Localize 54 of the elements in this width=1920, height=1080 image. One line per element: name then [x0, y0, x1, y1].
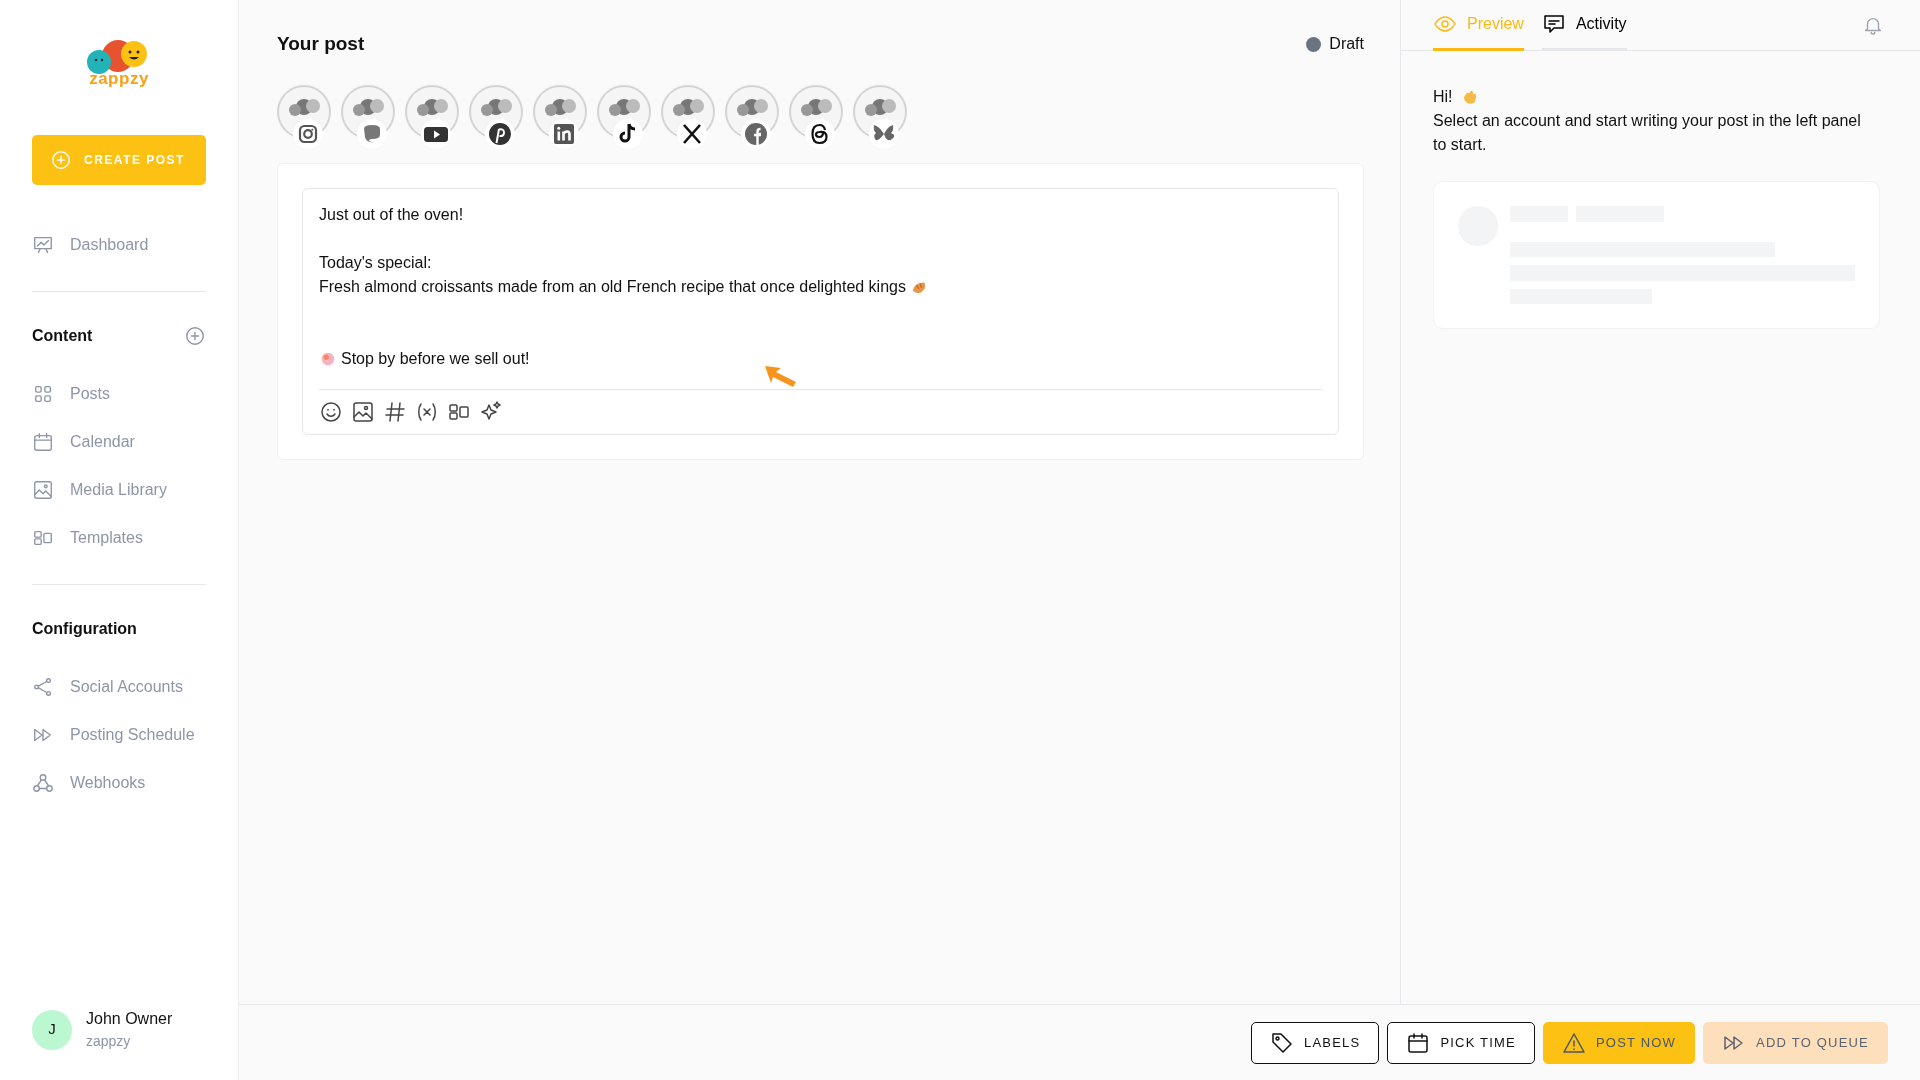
presentation-chart-icon [32, 234, 54, 256]
nav-item[interactable]: Posts [32, 370, 206, 418]
chat-bubbles-logo-icon [607, 96, 641, 119]
nav-item[interactable]: Templates [32, 514, 206, 562]
nav-item[interactable]: Dashboard [32, 221, 206, 269]
chat-bubbles-logo-icon [543, 96, 577, 119]
post-text-line: Just out of the oven! [319, 204, 464, 225]
chat-bubbles-logo-icon [863, 96, 897, 119]
calendar-icon [1406, 1030, 1431, 1055]
post-editor-field[interactable]: Just out of the oven! Today's special: Fresh almond croissants made from an old French recipe that once delighted kings Stop by before we sell out! [302, 187, 1339, 435]
chat-bubbles-logo-icon [479, 96, 513, 119]
page-title: Your post [277, 32, 365, 56]
action-button[interactable]: LABELS [1251, 1021, 1380, 1064]
create-post-button[interactable]: CREATE POST [32, 135, 206, 185]
section-title: Content [32, 326, 93, 346]
chat-bubbles-logo-icon [799, 96, 833, 119]
webhook-icon [32, 772, 54, 794]
nav-item[interactable]: Social Accounts [32, 663, 206, 711]
greeting-text: Hi! [1433, 87, 1453, 107]
tag-icon [1270, 1030, 1295, 1055]
instruction-text: Select an account and start writing your post in the left panel to start. [1433, 111, 1862, 155]
post-text-line: Stop by before we sell out! [341, 348, 530, 369]
chat-bubbles-logo-icon [735, 96, 769, 119]
tab[interactable]: Activity [1541, 0, 1627, 51]
toolbar-button[interactable] [351, 399, 375, 424]
section-title: Configuration [32, 619, 137, 639]
post-text-line: Fresh almond croissants made from an old French recipe that once delighted kings [319, 276, 906, 297]
nav-item[interactable]: Calendar [32, 418, 206, 466]
chat-bubbles-logo-icon [415, 96, 449, 119]
user-avatar: J [32, 1009, 72, 1050]
toolbar-button[interactable] [319, 399, 343, 424]
action-button[interactable]: PICK TIME [1387, 1021, 1535, 1064]
image-icon [32, 479, 54, 501]
organization-name: zappzy [86, 1032, 132, 1051]
add-icon [50, 149, 72, 171]
nav-item[interactable]: Media Library [32, 466, 206, 514]
nav-item[interactable]: Posting Schedule [32, 711, 206, 759]
add-content-button[interactable] [184, 325, 206, 347]
chat-bubbles-logo-icon [287, 96, 321, 119]
toolbar-button[interactable] [383, 399, 407, 424]
post-text-line: Today's special: [319, 252, 432, 273]
logo-text: zappzy [89, 70, 149, 87]
nav-item[interactable]: Webhooks [32, 759, 206, 807]
status-indicator: Draft [1306, 32, 1364, 57]
tab[interactable]: Preview [1433, 0, 1524, 51]
user-name: John Owner [86, 1009, 173, 1029]
chat-bubbles-logo-icon [351, 96, 385, 119]
chat-icon [1541, 12, 1566, 36]
chat-bubbles-logo-icon [671, 96, 705, 119]
calendar-icon [32, 431, 54, 453]
grid-icon [32, 383, 54, 405]
share-icon [32, 676, 54, 698]
action-button[interactable]: POST NOW [1542, 1021, 1696, 1064]
warning-icon [1561, 1030, 1586, 1055]
